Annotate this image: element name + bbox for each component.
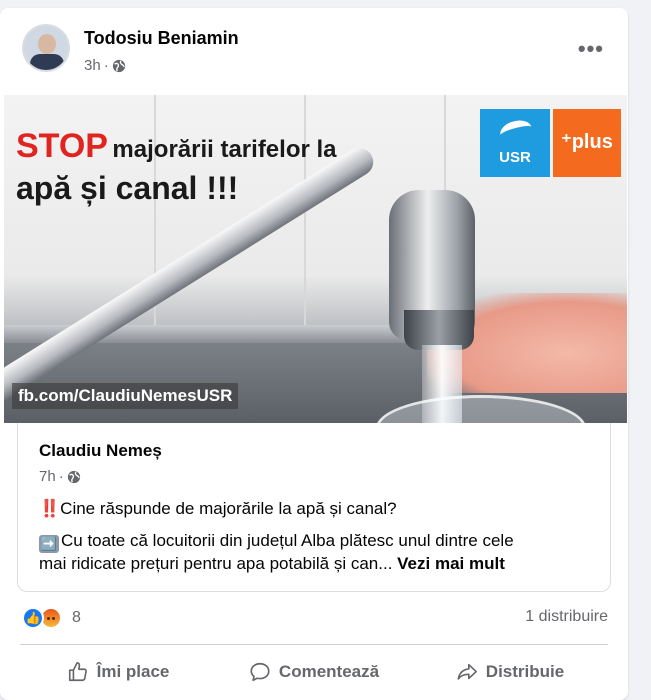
shared-post-time[interactable]: 7h bbox=[39, 468, 56, 485]
globe-icon[interactable] bbox=[67, 470, 81, 484]
image-watermark: fb.com/ClaudiuNemesUSR bbox=[12, 383, 239, 409]
avatar-body bbox=[30, 54, 64, 70]
headline-rest: majorării tarifelor la bbox=[112, 136, 337, 163]
avatar-face bbox=[38, 34, 56, 54]
shared-text-line2: ➡️ Cu toate că locuitorii din județul Alb… bbox=[39, 529, 514, 553]
usr-mark-icon bbox=[497, 117, 535, 145]
image-headline: STOP majorării tarifelor la apă și canal… bbox=[16, 125, 337, 208]
like-button-label: Îmi place bbox=[96, 662, 170, 681]
comment-button[interactable]: Comentează bbox=[216, 650, 412, 694]
double-exclamation-icon: ‼️ bbox=[39, 499, 61, 518]
shared-post-meta: 7h · bbox=[39, 468, 81, 485]
thumbs-up-icon bbox=[68, 662, 87, 682]
author-avatar[interactable] bbox=[22, 24, 70, 72]
post-image[interactable]: STOP majorării tarifelor la apă și canal… bbox=[4, 95, 627, 423]
more-options-icon[interactable]: ••• bbox=[578, 36, 604, 62]
post-meta: 3h · bbox=[84, 57, 126, 74]
post-time[interactable]: 3h bbox=[84, 57, 101, 74]
headline-stop: STOP bbox=[16, 127, 108, 165]
post-card: Todosiu Beniamin 3h · ••• STOP majorării… bbox=[0, 8, 628, 700]
headline-line2: apă și canal !!! bbox=[16, 169, 239, 206]
shared-text-line2-content: Cu toate că locuitorii din județul Alba … bbox=[61, 531, 514, 550]
share-button[interactable]: Distribuie bbox=[412, 650, 608, 694]
like-icon: 👍 bbox=[22, 607, 44, 629]
author-name[interactable]: Todosiu Beniamin bbox=[84, 28, 239, 49]
share-count[interactable]: 1 distribuire bbox=[525, 608, 608, 626]
shared-post[interactable]: Claudiu Nemeș 7h · ‼️Cine răspunde de ma… bbox=[17, 423, 611, 592]
shared-author-name[interactable]: Claudiu Nemeș bbox=[39, 441, 162, 461]
usr-logo: USR bbox=[480, 109, 550, 177]
see-more-link[interactable]: Vezi mai mult bbox=[397, 554, 505, 573]
share-button-label: Distribuie bbox=[485, 662, 565, 681]
reactions-summary[interactable]: 👍 8 bbox=[22, 605, 81, 631]
like-button[interactable]: Îmi place bbox=[20, 650, 216, 694]
plus-logo-text: ⁺plus bbox=[561, 131, 613, 153]
comment-icon bbox=[250, 662, 270, 682]
globe-icon[interactable] bbox=[112, 59, 126, 73]
shared-text-line1-content: Cine răspunde de majorările la apă și ca… bbox=[60, 499, 397, 518]
action-divider bbox=[20, 644, 608, 645]
usr-logo-text: USR bbox=[499, 149, 531, 166]
plus-logo: ⁺plus bbox=[553, 109, 621, 177]
post-header: Todosiu Beniamin 3h · ••• bbox=[22, 24, 612, 76]
meta-separator: · bbox=[103, 57, 109, 74]
share-arrow-icon bbox=[457, 663, 477, 680]
right-arrow-icon: ➡️ bbox=[39, 535, 59, 553]
shared-text-line1: ‼️Cine răspunde de majorările la apă și … bbox=[39, 497, 397, 520]
meta-separator: · bbox=[58, 468, 64, 485]
post-actions: Îmi place Comentează Distribuie bbox=[20, 650, 608, 694]
faucet-tip bbox=[404, 310, 474, 350]
comment-button-label: Comentează bbox=[278, 662, 380, 681]
shared-text-line3-content: mai ridicate prețuri pentru apa potabilă… bbox=[39, 554, 393, 573]
shared-text-line3: mai ridicate prețuri pentru apa potabilă… bbox=[39, 552, 505, 575]
reaction-count[interactable]: 8 bbox=[72, 609, 81, 627]
